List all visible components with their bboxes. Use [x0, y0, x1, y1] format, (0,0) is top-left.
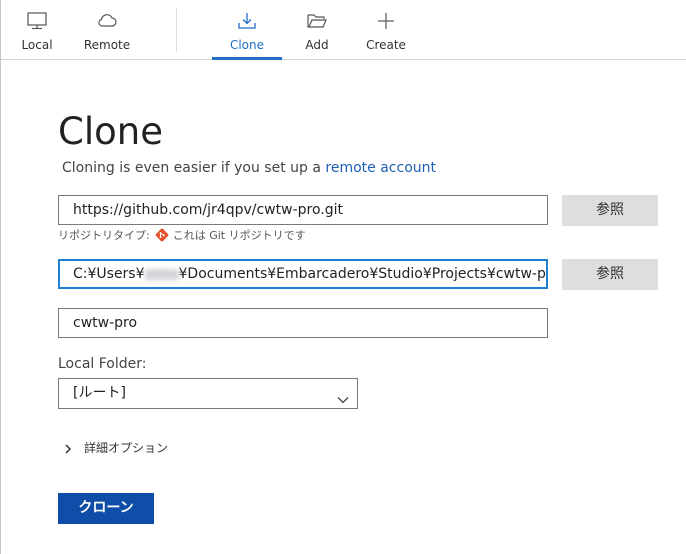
- destination-path-input[interactable]: C:¥Users¥ ¥Documents¥Embarcadero¥Studio¥P…: [58, 259, 548, 289]
- browse-path-button[interactable]: 参照: [562, 259, 658, 290]
- tab-create[interactable]: Create: [351, 0, 421, 59]
- git-icon: [155, 228, 169, 242]
- tab-local[interactable]: Local: [2, 0, 72, 59]
- repository-type-label: リポジトリタイプ:: [58, 229, 150, 242]
- clone-button[interactable]: クローン: [58, 493, 154, 524]
- path-suffix: ¥Documents¥Embarcadero¥Studio¥Projects¥c…: [178, 266, 548, 282]
- subtitle-text: Cloning is even easier if you set up a: [62, 160, 321, 176]
- remote-account-link[interactable]: remote account: [325, 160, 436, 176]
- plus-icon: [351, 10, 421, 32]
- cloud-icon: [72, 10, 142, 32]
- repository-name-input[interactable]: cwtw-pro: [58, 308, 548, 338]
- folder-open-icon: [282, 10, 352, 32]
- repository-type: リポジトリタイプ: これは Git リポジトリです: [58, 227, 306, 243]
- repository-url-input[interactable]: https://github.com/jr4qpv/cwtw-pro.git: [58, 195, 548, 225]
- path-prefix: C:¥Users¥: [73, 266, 145, 282]
- toolbar-divider: [176, 8, 177, 52]
- local-folder-label: Local Folder:: [58, 356, 147, 372]
- chevron-right-icon: [64, 443, 72, 454]
- download-icon: [212, 10, 282, 32]
- subtitle: Cloning is even easier if you set up a r…: [62, 160, 436, 176]
- monitor-icon: [2, 10, 72, 32]
- tab-local-label: Local: [21, 38, 53, 52]
- chevron-down-icon: [337, 388, 349, 404]
- browse-url-button[interactable]: 参照: [562, 195, 658, 226]
- tab-remote[interactable]: Remote: [72, 0, 142, 59]
- page-title: Clone: [58, 110, 163, 153]
- tab-remote-label: Remote: [83, 38, 131, 52]
- tab-clone[interactable]: Clone: [212, 0, 282, 60]
- repository-type-value: これは Git リポジトリです: [172, 229, 306, 242]
- active-tab-indicator: [212, 57, 282, 60]
- toolbar: Local Remote Clone Add Create: [1, 0, 686, 60]
- tab-clone-label: Clone: [229, 38, 265, 52]
- advanced-options-label: 詳細オプション: [84, 441, 169, 455]
- local-folder-select[interactable]: [ルート]: [58, 378, 358, 409]
- advanced-options-toggle[interactable]: 詳細オプション: [64, 439, 168, 456]
- tab-add[interactable]: Add: [282, 0, 352, 59]
- tab-create-label: Create: [366, 38, 406, 52]
- tab-add-label: Add: [305, 38, 329, 52]
- redacted-username: [144, 268, 179, 280]
- local-folder-value: [ルート]: [73, 385, 126, 401]
